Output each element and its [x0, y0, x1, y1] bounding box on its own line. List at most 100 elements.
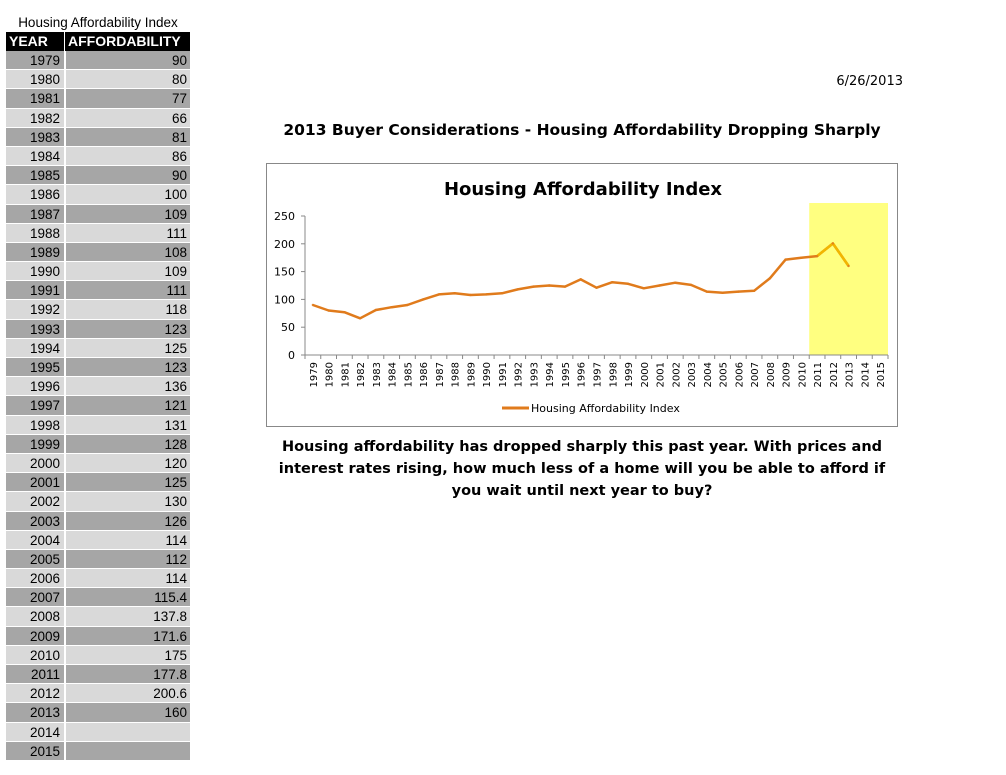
data-point: [768, 277, 772, 280]
table-row: 1995 123: [6, 358, 190, 378]
x-tick-label: 1996: [577, 362, 588, 387]
table-row: 2010 175: [6, 645, 190, 665]
series-line: [312, 242, 850, 320]
x-tick-label: 2012: [829, 362, 840, 387]
chart-title: Housing Affordability Index: [444, 179, 722, 200]
x-tick-label: 2001: [656, 362, 667, 387]
x-tick-label: 1995: [561, 362, 572, 387]
affordability-cell: 118: [64, 300, 190, 319]
x-tick-label: 1994: [545, 362, 556, 387]
year-cell: 2000: [29, 455, 60, 471]
x-tick-label: 1988: [451, 362, 462, 387]
table-row: 2012 200.6: [6, 684, 190, 704]
x-tick-label: 2002: [671, 362, 682, 387]
x-tick-label: 2000: [640, 362, 651, 387]
affordability-cell: 90: [64, 51, 190, 70]
year-cell: 2012: [29, 686, 60, 702]
data-point: [595, 286, 598, 289]
table-header: YEAR AFFORDABILITY: [6, 32, 190, 51]
data-point: [421, 298, 425, 301]
x-tick-label: 1989: [466, 362, 477, 387]
table-row: 2005 112: [6, 549, 190, 570]
affordability-cell: 66: [64, 108, 190, 127]
affordability-cell: 175: [64, 645, 190, 664]
affordability-cell: 123: [64, 358, 190, 377]
x-tick-label: 1997: [593, 362, 604, 387]
table-row: 1987 109: [6, 204, 190, 224]
year-cell: 1986: [29, 187, 60, 203]
year-cell: 2006: [29, 571, 60, 587]
data-point: [358, 317, 362, 320]
table-row: 2013 160: [6, 703, 190, 723]
affordability-cell: 80: [64, 70, 190, 89]
data-point: [737, 290, 740, 293]
data-point: [800, 256, 803, 259]
data-point: [516, 288, 519, 291]
affordability-cell: 171.6: [64, 626, 190, 645]
affordability-cell: 114: [64, 530, 190, 549]
data-point: [705, 290, 708, 293]
table-row: 1997 121: [6, 396, 190, 416]
table-row: 2002 130: [6, 492, 190, 512]
affordability-cell: [64, 722, 190, 741]
year-cell: 1992: [29, 302, 60, 318]
table-row: 1996 136: [6, 377, 190, 397]
affordability-cell: 125: [64, 473, 190, 492]
affordability-cell: 111: [64, 281, 190, 300]
data-point: [532, 285, 535, 288]
x-tick-label: 1999: [624, 362, 635, 387]
data-point: [390, 305, 393, 309]
y-tick-label: 150: [274, 266, 295, 279]
y-tick-label: 200: [274, 238, 295, 251]
year-cell: 1983: [29, 129, 60, 145]
header-year: YEAR: [9, 33, 48, 49]
year-cell: 1998: [29, 417, 60, 433]
year-cell: 2015: [29, 743, 60, 759]
affordability-cell: 100: [64, 185, 190, 204]
affordability-cell: 126: [64, 511, 190, 530]
table-row: 1979 90: [6, 51, 190, 71]
y-tick-label: 250: [274, 210, 295, 223]
affordability-cell: 114: [64, 569, 190, 588]
x-tick-label: 1992: [514, 362, 525, 387]
data-point: [374, 308, 378, 312]
table-row: 2008 137.8: [6, 607, 190, 627]
affordability-cell: 128: [64, 434, 190, 453]
year-cell: 1994: [29, 340, 60, 356]
x-tick-label: 2010: [797, 362, 808, 387]
data-point: [626, 282, 630, 286]
year-cell: 2001: [29, 475, 60, 491]
x-tick-label: 1979: [309, 362, 320, 387]
x-tick-label: 2014: [860, 362, 871, 387]
year-cell: 1993: [29, 321, 60, 337]
table-title: Housing Affordability Index: [18, 15, 178, 30]
data-point: [689, 283, 693, 287]
table-row: 1983 81: [6, 127, 190, 147]
year-cell: 1981: [29, 91, 60, 107]
table-row: 1989 108: [6, 242, 190, 263]
x-tick-label: 1982: [356, 362, 367, 387]
year-cell: 2007: [29, 590, 60, 606]
affordability-cell: [64, 741, 190, 760]
table-row: 2001 125: [6, 473, 190, 493]
year-cell: 1999: [29, 436, 60, 452]
table-row: 1981 77: [6, 89, 190, 109]
data-point: [674, 281, 677, 284]
data-point: [311, 303, 315, 307]
data-point: [343, 310, 346, 314]
affordability-cell: 120: [64, 453, 190, 473]
affordability-cell: 137.8: [64, 607, 190, 626]
year-cell: 2004: [29, 532, 60, 548]
data-point: [815, 254, 819, 258]
line-chart: Housing Affordability Index0501001502002…: [274, 179, 889, 415]
year-cell: 1984: [29, 148, 60, 164]
data-point: [642, 287, 645, 290]
year-cell: 1997: [29, 398, 60, 414]
x-tick-label: 2006: [734, 362, 745, 387]
year-cell: 1982: [29, 110, 60, 126]
x-tick-label: 1981: [340, 362, 351, 387]
year-cell: 2009: [29, 628, 60, 644]
affordability-cell: 90: [64, 166, 190, 185]
data-point: [579, 278, 582, 281]
x-tick-label: 2007: [750, 362, 761, 387]
